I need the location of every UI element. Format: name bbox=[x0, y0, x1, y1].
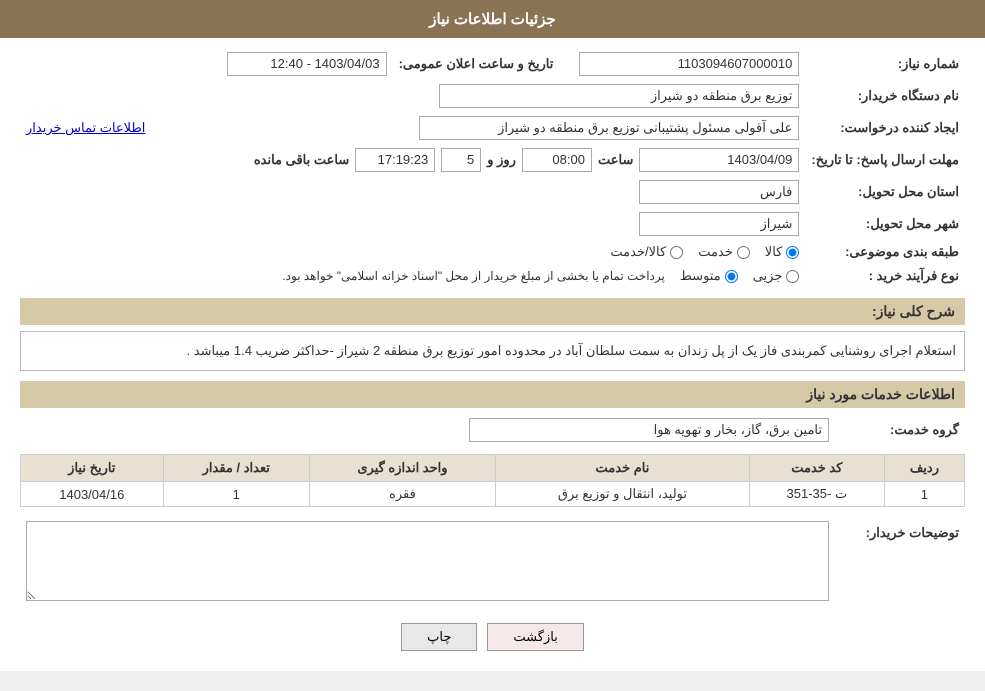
creator-value: علی آقولی مسئول پشتیبانی توزیع برق منطقه… bbox=[419, 116, 799, 140]
category-option-kala-khedmat[interactable]: کالا/خدمت bbox=[610, 244, 683, 260]
response-deadline-label: مهلت ارسال پاسخ: تا تاریخ: bbox=[805, 144, 965, 176]
back-button[interactable]: بازگشت bbox=[487, 623, 583, 651]
col-header-row: ردیف bbox=[884, 455, 964, 482]
buyer-description-textarea[interactable] bbox=[26, 521, 829, 601]
response-day-label: روز و bbox=[487, 152, 516, 168]
services-section-title: اطلاعات خدمات مورد نیاز bbox=[20, 381, 965, 408]
buyer-description-label: توضیحات خریدار: bbox=[835, 517, 965, 608]
cell-code: ت -35-351 bbox=[749, 482, 884, 507]
category-label: طبقه بندی موضوعی: bbox=[805, 240, 965, 264]
delivery-city-label: شهر محل تحویل: bbox=[805, 208, 965, 240]
purchase-type-label: نوع فرآیند خرید : bbox=[805, 264, 965, 288]
category-option-khedmat[interactable]: خدمت bbox=[698, 244, 750, 260]
button-row: بازگشت چاپ bbox=[20, 623, 965, 651]
cell-quantity: 1 bbox=[163, 482, 309, 507]
purchase-type-jozi[interactable]: جزیی bbox=[753, 268, 800, 284]
col-header-date: تاریخ نیاز bbox=[21, 455, 164, 482]
services-group-label: گروه خدمت: bbox=[835, 414, 965, 446]
col-header-unit: واحد اندازه گیری bbox=[309, 455, 495, 482]
delivery-province-value: فارس bbox=[639, 180, 799, 204]
delivery-province-label: استان محل تحویل: bbox=[805, 176, 965, 208]
cell-name: تولید، انتقال و توزیع برق bbox=[496, 482, 750, 507]
contact-link[interactable]: اطلاعات تماس خریدار bbox=[26, 120, 145, 135]
naz-number-value: 1103094607000010 bbox=[579, 52, 799, 76]
purchase-note: پرداخت تمام یا بخشی از مبلغ خریدار از مح… bbox=[282, 269, 665, 283]
creator-label: ایجاد کننده درخواست: bbox=[805, 112, 965, 144]
announcement-label: تاریخ و ساعت اعلان عمومی: bbox=[393, 48, 574, 80]
purchase-type-row: جزیی متوسط پرداخت تمام یا بخشی از مبلغ خ… bbox=[26, 268, 799, 284]
print-button[interactable]: چاپ bbox=[401, 623, 477, 651]
response-remaining-label: ساعت باقی مانده bbox=[254, 152, 349, 168]
col-header-qty: تعداد / مقدار bbox=[163, 455, 309, 482]
naz-description-box: استعلام اجرای روشنایی کمربندی فاز یک از … bbox=[20, 331, 965, 371]
cell-date: 1403/04/16 bbox=[21, 482, 164, 507]
buyer-description-table: توضیحات خریدار: bbox=[20, 517, 965, 608]
buyer-name-value: توزیع برق منطقه دو شیراز bbox=[439, 84, 799, 108]
response-days: 5 bbox=[441, 148, 481, 172]
services-group-value: تامین برق، گاز، بخار و تهویه هوا bbox=[469, 418, 829, 442]
table-row: 1ت -35-351تولید، انتقال و توزیع برقفقره1… bbox=[21, 482, 965, 507]
naz-description-title: شرح کلی نیاز: bbox=[20, 298, 965, 325]
response-date: 1403/04/09 bbox=[639, 148, 799, 172]
col-header-code: کد خدمت bbox=[749, 455, 884, 482]
main-form-table: شماره نیاز: 1103094607000010 تاریخ و ساع… bbox=[20, 48, 965, 288]
cell-row: 1 bbox=[884, 482, 964, 507]
response-remaining: 17:19:23 bbox=[355, 148, 435, 172]
naz-description-text: استعلام اجرای روشنایی کمربندی فاز یک از … bbox=[187, 343, 956, 358]
cell-unit: فقره bbox=[309, 482, 495, 507]
services-group-table: گروه خدمت: تامین برق، گاز، بخار و تهویه … bbox=[20, 414, 965, 446]
response-time-label: ساعت bbox=[598, 152, 633, 168]
category-radio-group: کالا خدمت کالا/خدمت bbox=[26, 244, 799, 260]
page-header: جزئیات اطلاعات نیاز bbox=[0, 0, 985, 38]
announcement-value: 1403/04/03 - 12:40 bbox=[227, 52, 387, 76]
buyer-name-label: نام دستگاه خریدار: bbox=[805, 80, 965, 112]
page-title: جزئیات اطلاعات نیاز bbox=[429, 11, 556, 28]
services-table: ردیف کد خدمت نام خدمت واحد اندازه گیری ت… bbox=[20, 454, 965, 507]
purchase-type-motavasset[interactable]: متوسط bbox=[680, 268, 738, 284]
category-option-kala[interactable]: کالا bbox=[765, 244, 800, 260]
naz-number-label: شماره نیاز: bbox=[805, 48, 965, 80]
delivery-city-value: شیراز bbox=[639, 212, 799, 236]
response-time: 08:00 bbox=[522, 148, 592, 172]
col-header-name: نام خدمت bbox=[496, 455, 750, 482]
